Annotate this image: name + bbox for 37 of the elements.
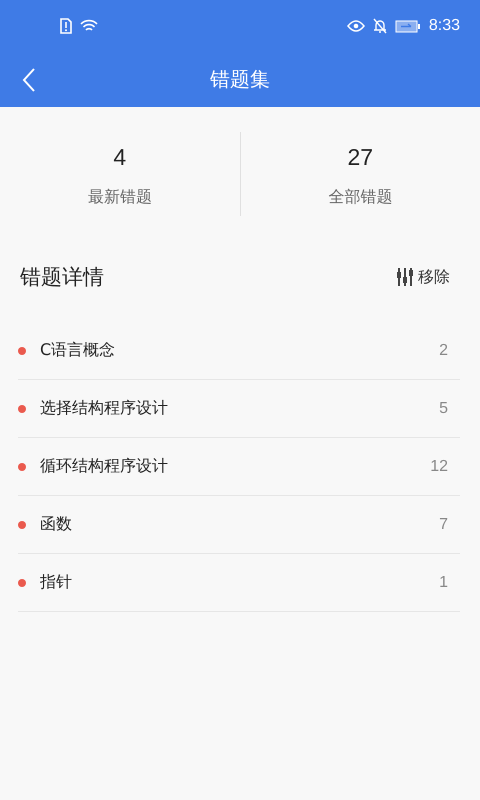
bullet-icon [18, 462, 26, 470]
stat-label: 最新错题 [88, 187, 152, 208]
topic-name: 选择结构程序设计 [40, 398, 169, 419]
bell-off-icon [372, 18, 387, 34]
topic-row[interactable]: 循环结构程序设计 12 [18, 438, 460, 496]
clock: 8:33 [428, 17, 460, 35]
topic-row[interactable]: 函数 7 [18, 496, 460, 554]
topic-count: 1 [439, 574, 448, 592]
bullet-icon [18, 520, 26, 528]
stat-tab[interactable]: 4 最新错题 [0, 132, 240, 216]
topic-name: 循环结构程序设计 [40, 456, 169, 477]
bullet-icon [18, 346, 26, 354]
stat-value: 27 [347, 144, 374, 171]
topic-count: 12 [430, 458, 448, 476]
topic-name: C语言概念 [40, 340, 116, 361]
bullet-icon [18, 578, 26, 586]
sim-alert-icon [60, 18, 72, 34]
topic-name: 函数 [40, 514, 73, 535]
bullet-icon [18, 404, 26, 412]
back-icon [22, 67, 36, 93]
topic-count: 2 [439, 342, 448, 360]
section-title: 错题详情 [20, 264, 104, 291]
topic-row[interactable]: 指针 1 [18, 554, 460, 612]
eye-icon [346, 20, 365, 32]
topic-name: 指针 [40, 572, 73, 593]
sliders-icon [396, 267, 414, 287]
page-title: 错题集 [210, 66, 270, 93]
topic-row[interactable]: C语言概念 2 [18, 322, 460, 380]
topic-count: 7 [439, 516, 448, 534]
topic-count: 5 [439, 400, 448, 418]
wifi-icon [80, 19, 98, 33]
stat-value: 4 [113, 144, 126, 171]
stat-label: 全部错题 [328, 187, 392, 208]
battery-icon [394, 20, 421, 32]
remove-button[interactable]: 移除 [396, 266, 450, 288]
stat-tab[interactable]: 27 全部错题 [240, 132, 480, 216]
topic-row[interactable]: 选择结构程序设计 5 [18, 380, 460, 438]
